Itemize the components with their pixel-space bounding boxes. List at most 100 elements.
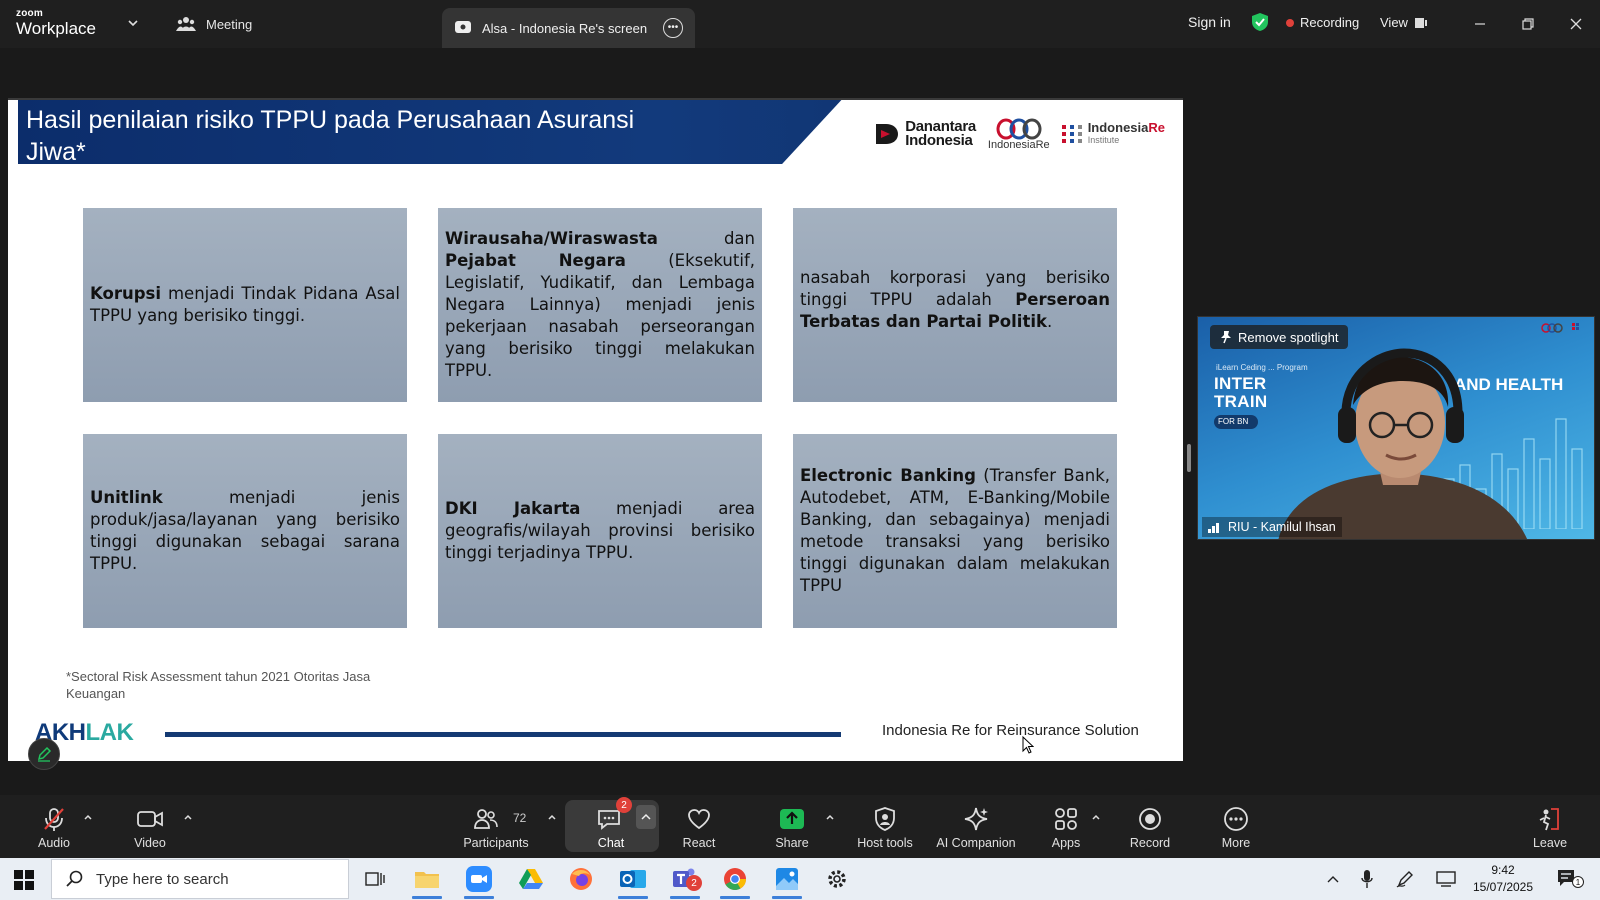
outlook-icon[interactable] bbox=[610, 863, 656, 899]
people-icon bbox=[176, 17, 196, 31]
more-button[interactable]: More bbox=[1196, 805, 1276, 850]
record-button[interactable]: Record bbox=[1110, 805, 1190, 850]
record-icon bbox=[1139, 808, 1161, 830]
chat-button[interactable]: 2 Chat bbox=[570, 797, 652, 850]
firefox-icon[interactable] bbox=[558, 863, 604, 895]
zoom-workplace-logo[interactable]: zoom Workplace bbox=[16, 8, 96, 38]
shared-slide: Hasil penilaian risiko TPPU pada Perusah… bbox=[8, 98, 1183, 761]
audio-options-chevron-icon[interactable] bbox=[82, 811, 94, 823]
microphone-muted-icon bbox=[44, 808, 64, 831]
card-text: Wirausaha/Wiraswasta dan Pejabat Negara … bbox=[445, 229, 755, 380]
share-label: Share bbox=[775, 836, 809, 850]
notification-count-badge: 1 bbox=[1572, 876, 1584, 888]
audio-label: Audio bbox=[38, 836, 70, 850]
tab-meeting[interactable]: Meeting bbox=[176, 12, 252, 36]
indonesia-re-logo: IndonesiaRe bbox=[988, 118, 1050, 151]
taskbar-search-box[interactable]: Type here to search bbox=[51, 859, 349, 899]
leave-label: Leave bbox=[1532, 836, 1568, 850]
more-label: More bbox=[1221, 836, 1251, 850]
restore-icon[interactable] bbox=[1516, 12, 1540, 36]
microphone-in-use-icon[interactable] bbox=[1360, 869, 1374, 889]
indonesia-re-rings-icon bbox=[996, 118, 1042, 139]
participants-label: Participants bbox=[463, 836, 529, 850]
apps-options-chevron-icon[interactable] bbox=[1090, 811, 1102, 823]
card-text: Electronic Banking (Transfer Bank, Autod… bbox=[800, 466, 1110, 595]
windows-taskbar: Type here to search 2 9:42 15/07/2025 1 bbox=[0, 858, 1600, 900]
heart-icon bbox=[688, 809, 710, 830]
brand-small: zoom bbox=[16, 8, 43, 19]
react-button[interactable]: React bbox=[659, 805, 739, 850]
tab-meeting-label: Meeting bbox=[206, 16, 253, 32]
participant-name: RIU - Kamilul Ihsan bbox=[1228, 520, 1336, 534]
sign-in-link[interactable]: Sign in bbox=[1188, 14, 1231, 30]
apps-grid-icon bbox=[1055, 808, 1077, 830]
slide-footnote: *Sectoral Risk Assessment tahun 2021 Oto… bbox=[66, 669, 371, 701]
risk-card-korporasi: nasabah korporasi yang berisiko tinggi T… bbox=[793, 208, 1117, 402]
share-button[interactable]: Share bbox=[752, 805, 832, 850]
teams-icon[interactable]: 2 bbox=[662, 863, 708, 899]
chrome-icon[interactable] bbox=[712, 863, 758, 899]
security-shield-icon[interactable] bbox=[1251, 12, 1269, 32]
display-icon[interactable] bbox=[1436, 871, 1456, 887]
close-icon[interactable] bbox=[1564, 12, 1588, 36]
participant-name-tag: RIU - Kamilul Ihsan bbox=[1202, 517, 1342, 537]
tab-shared-screen-label: Alsa - Indonesia Re's screen bbox=[482, 20, 648, 36]
video-button[interactable]: Video bbox=[110, 805, 190, 850]
slide-logos: Danantara Indonesia IndonesiaRe Indonesia… bbox=[874, 112, 1165, 156]
slide-title: Hasil penilaian risiko TPPU pada Perusah… bbox=[26, 106, 635, 166]
leave-door-icon bbox=[1539, 808, 1559, 831]
chevron-down-icon[interactable] bbox=[126, 16, 140, 30]
google-drive-icon[interactable] bbox=[508, 863, 554, 895]
participants-options-chevron-icon[interactable] bbox=[546, 811, 558, 823]
card-text: Unitlink menjadi jenis produk/jasa/layan… bbox=[90, 488, 400, 573]
file-explorer-icon[interactable] bbox=[404, 863, 450, 899]
chat-unread-badge: 2 bbox=[616, 797, 632, 813]
minimize-icon[interactable] bbox=[1468, 12, 1492, 36]
windows-start-icon[interactable] bbox=[14, 870, 34, 890]
search-icon bbox=[66, 870, 83, 887]
annotate-pencil-button[interactable] bbox=[28, 738, 60, 770]
more-options-icon[interactable]: ••• bbox=[663, 18, 683, 38]
clock-date: 15/07/2025 bbox=[1472, 880, 1534, 894]
panel-resize-handle[interactable] bbox=[1187, 444, 1191, 472]
taskbar-clock[interactable]: 9:42 15/07/2025 bbox=[1468, 862, 1538, 896]
brand-big: Workplace bbox=[16, 19, 96, 38]
participant-video-tile[interactable]: iLearn Ceding ... Program INTER TRAIN AND… bbox=[1197, 316, 1595, 540]
pen-ink-icon[interactable] bbox=[1396, 870, 1414, 888]
card-text: DKI Jakarta menjadi area geografis/wilay… bbox=[445, 499, 755, 562]
card-text: nasabah korporasi yang berisiko tinggi T… bbox=[800, 268, 1110, 331]
recording-indicator[interactable]: Recording bbox=[1286, 15, 1359, 30]
clock-time: 9:42 bbox=[1491, 863, 1515, 877]
meeting-stage: Hasil penilaian risiko TPPU pada Perusah… bbox=[0, 48, 1600, 795]
pencil-icon bbox=[37, 746, 52, 762]
task-view-icon[interactable] bbox=[352, 863, 398, 895]
indonesia-re-institute-logo: IndonesiaRe Institute bbox=[1061, 121, 1165, 146]
risk-card-korupsi: Korupsi menjadi Tindak Pidana Asal TPPU … bbox=[83, 208, 407, 402]
notification-center-icon[interactable]: 1 bbox=[1556, 868, 1584, 893]
remove-spotlight-label: Remove spotlight bbox=[1238, 329, 1339, 345]
tab-shared-screen[interactable]: Alsa - Indonesia Re's screen ••• bbox=[442, 8, 695, 48]
risk-card-ebanking: Electronic Banking (Transfer Bank, Autod… bbox=[793, 434, 1117, 628]
leave-button[interactable]: Leave bbox=[1510, 805, 1590, 850]
photos-app-icon[interactable] bbox=[764, 863, 810, 899]
share-options-chevron-icon[interactable] bbox=[824, 811, 836, 823]
view-button[interactable]: View bbox=[1380, 15, 1428, 30]
more-dots-icon bbox=[1224, 807, 1248, 831]
remove-spotlight-button[interactable]: Remove spotlight bbox=[1210, 325, 1349, 349]
ai-sparkle-icon bbox=[964, 807, 988, 831]
video-bg-pill: FOR BN bbox=[1214, 415, 1258, 429]
host-tools-button[interactable]: Host tools bbox=[845, 805, 925, 850]
danantara-mark-icon bbox=[876, 124, 899, 144]
zoom-app-icon[interactable] bbox=[456, 863, 502, 899]
danantara-logo: Danantara Indonesia bbox=[874, 119, 976, 148]
show-hidden-icons-chevron-icon[interactable] bbox=[1326, 874, 1340, 884]
meeting-toolbar: Audio Video Participants 72 2 Chat React… bbox=[0, 795, 1600, 858]
institute-dots-icon bbox=[1572, 323, 1579, 330]
settings-gear-icon[interactable] bbox=[814, 863, 860, 895]
card-text: Korupsi menjadi Tindak Pidana Asal TPPU … bbox=[90, 284, 400, 325]
video-label: Video bbox=[134, 836, 166, 850]
ai-companion-button[interactable]: AI Companion bbox=[926, 805, 1026, 850]
risk-card-unitlink: Unitlink menjadi jenis produk/jasa/layan… bbox=[83, 434, 407, 628]
participants-count: 72 bbox=[513, 811, 527, 825]
video-options-chevron-icon[interactable] bbox=[182, 811, 194, 823]
